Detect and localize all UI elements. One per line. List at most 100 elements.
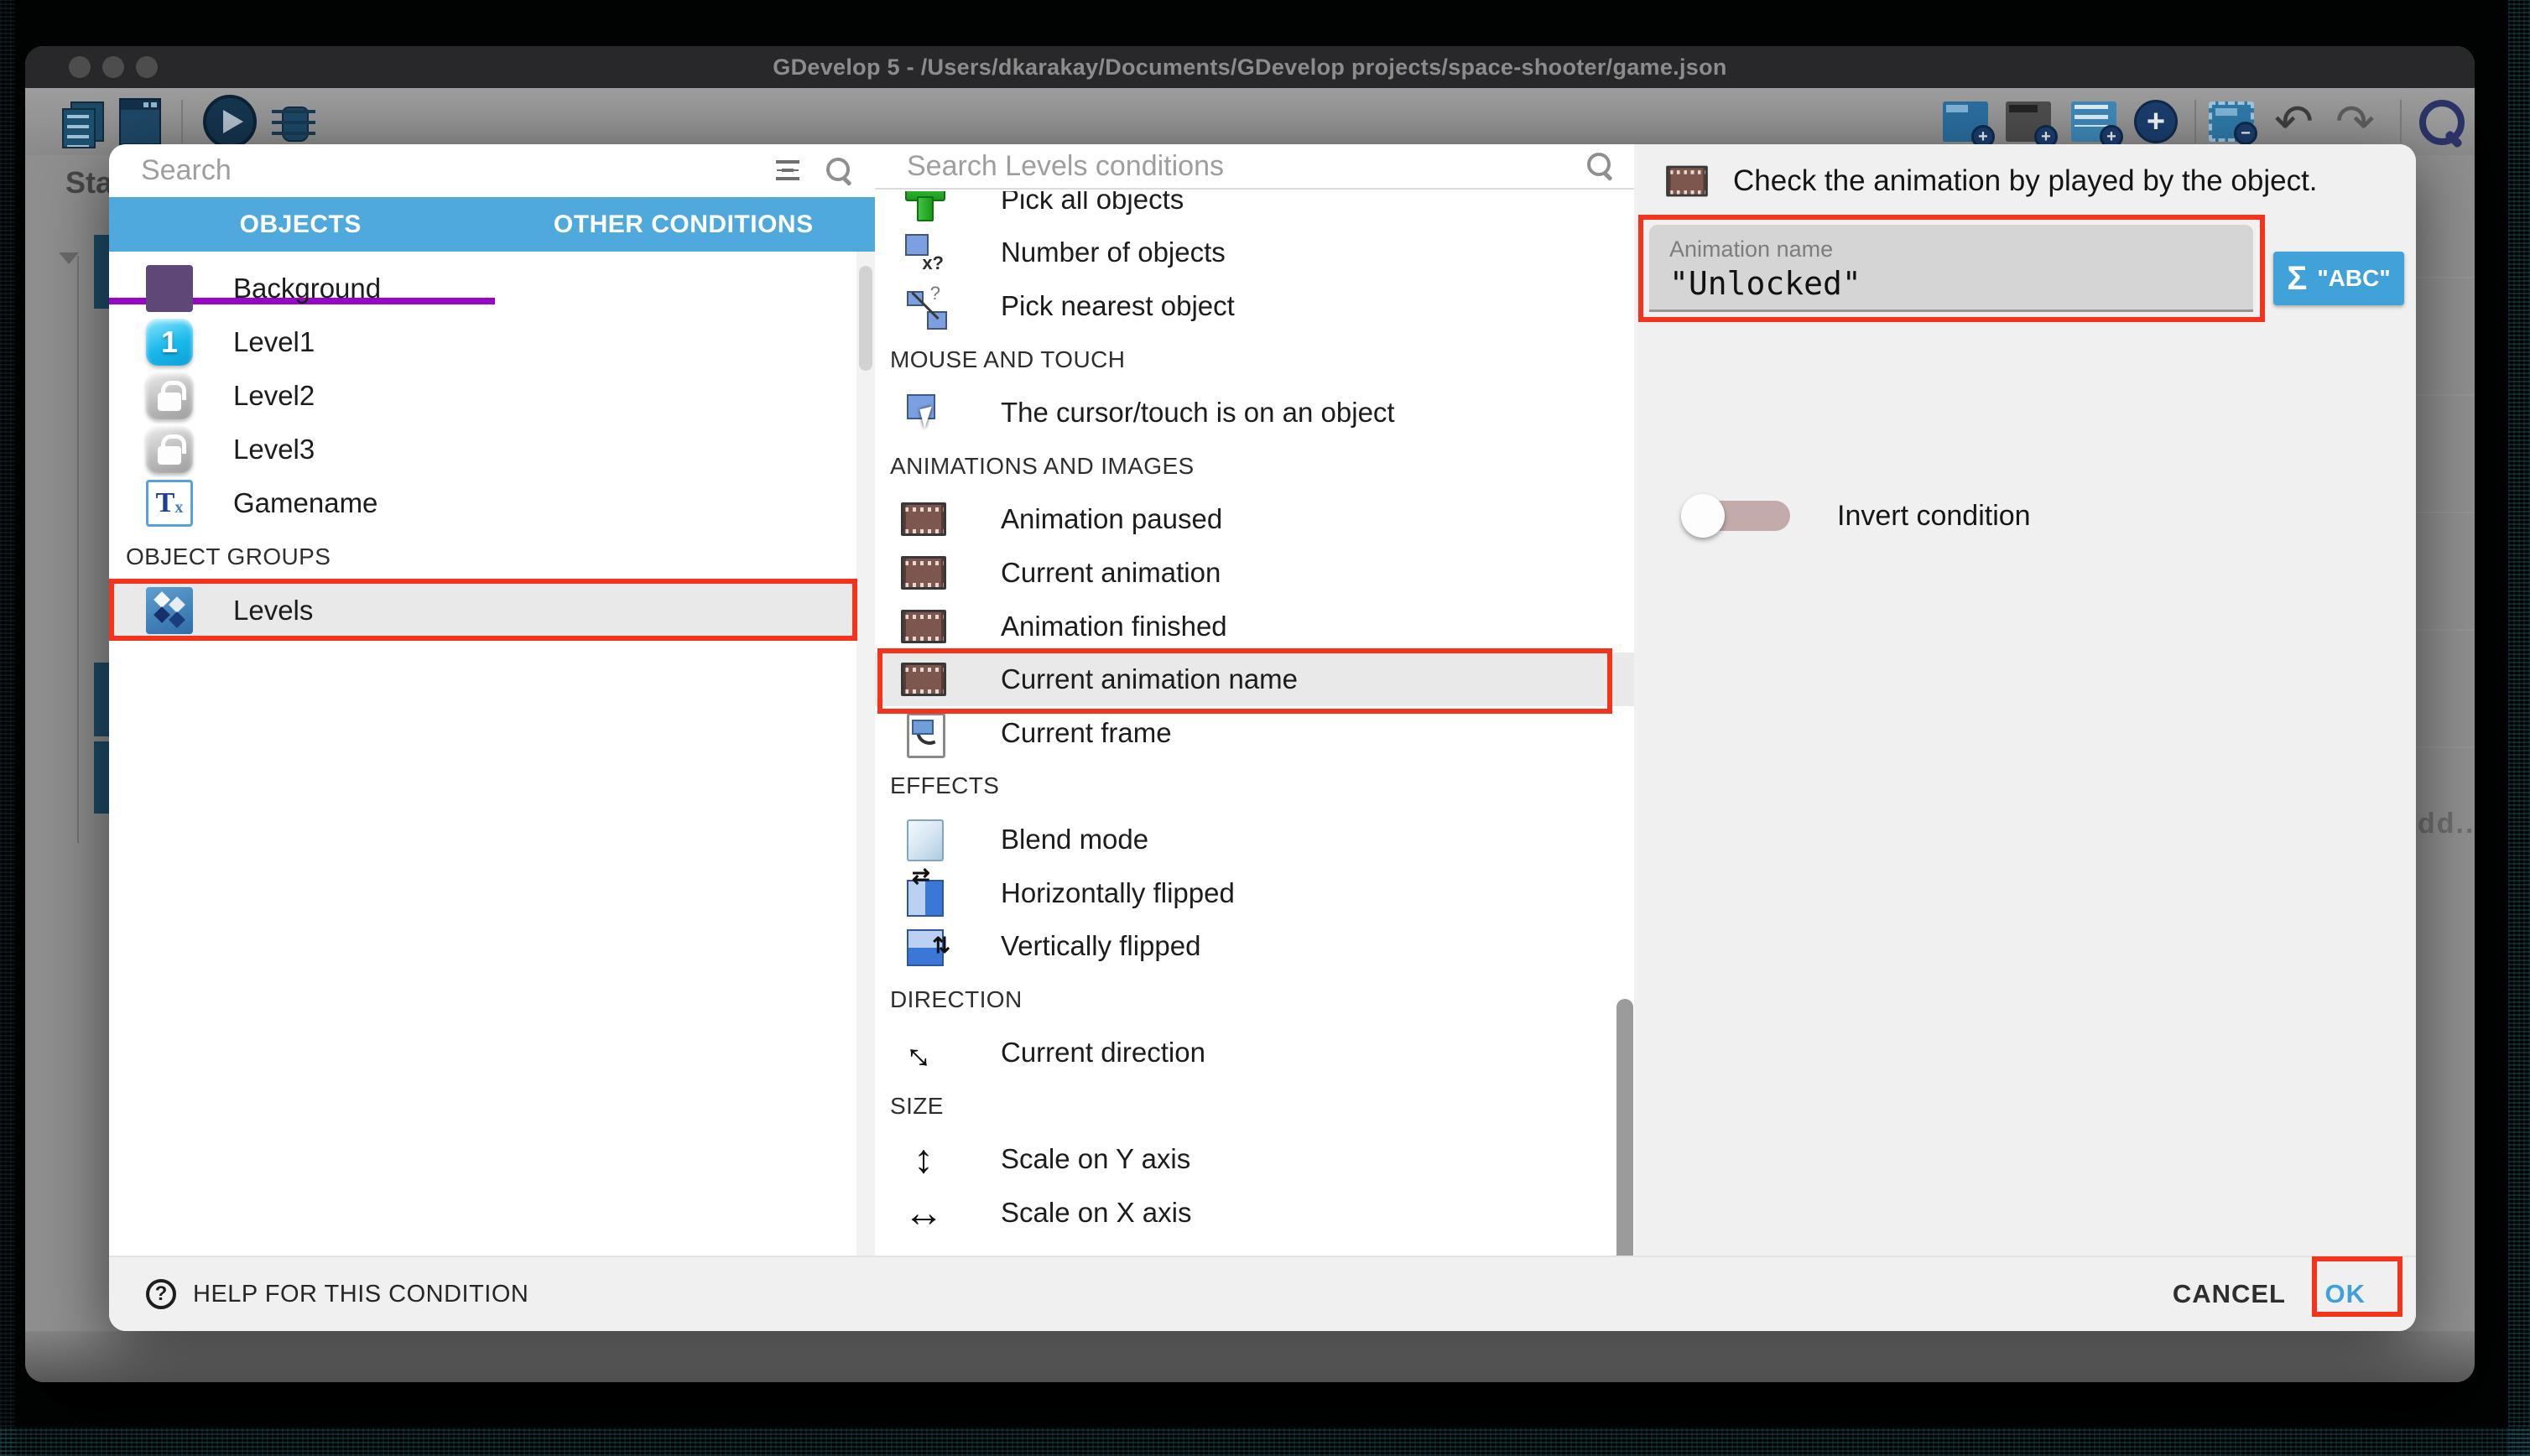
- scrollbar-thumb[interactable]: [859, 266, 872, 371]
- object-row-level2[interactable]: Level2: [109, 369, 856, 423]
- condition-item[interactable]: Animation finished: [875, 600, 1634, 653]
- screenshot-root: GDevelop 5 - /Users/dkarakay/Documents/G…: [0, 0, 2530, 1456]
- minimize-window-button[interactable]: [102, 56, 124, 78]
- debug-icon[interactable]: [270, 96, 317, 147]
- objects-scrollbar-track[interactable]: [856, 252, 875, 1256]
- cancel-button[interactable]: CANCEL: [2173, 1257, 2286, 1331]
- invert-condition-row: Invert condition: [1634, 492, 2031, 539]
- scale-y-icon: [900, 1136, 947, 1183]
- object-groups-header: OBJECT GROUPS: [109, 530, 856, 584]
- text-object-icon: Tx: [146, 480, 193, 527]
- add-comment-icon[interactable]: +: [2071, 101, 2116, 142]
- event-row-divider: [2416, 746, 2475, 748]
- condition-item[interactable]: Pick nearest object: [875, 279, 1634, 333]
- scene-tab-label-partial: Sta: [65, 165, 112, 200]
- dialog-footer: ? HELP FOR THIS CONDITION CANCEL OK: [109, 1256, 2416, 1331]
- conditions-scrollbar-thumb[interactable]: [1616, 999, 1633, 1256]
- object-row-gamename[interactable]: Tx Gamename: [109, 476, 856, 530]
- desktop-noise-band: [2508, 0, 2530, 1456]
- current-frame-icon: [900, 710, 947, 757]
- condition-item[interactable]: Current frame: [875, 706, 1634, 760]
- field-value: "Unlocked": [1669, 265, 1861, 302]
- condition-item[interactable]: Current direction: [875, 1027, 1634, 1080]
- condition-item[interactable]: Scale on Y axis: [875, 1133, 1634, 1187]
- film-strip-icon: [900, 656, 947, 703]
- invert-condition-label: Invert condition: [1837, 500, 2031, 533]
- event-row-divider: [2416, 394, 2475, 396]
- locked-level-icon: [146, 426, 193, 473]
- film-strip-icon: [900, 549, 947, 596]
- add-event-icon[interactable]: +: [1943, 101, 1988, 142]
- search-icon[interactable]: [2416, 96, 2463, 147]
- play-icon[interactable]: [203, 95, 257, 148]
- condition-item[interactable]: Animation paused: [875, 493, 1634, 547]
- condition-description-text: Check the animation by played by the obj…: [1733, 164, 2318, 198]
- window-title: GDevelop 5 - /Users/dkarakay/Documents/G…: [773, 55, 1726, 81]
- close-window-button[interactable]: [69, 56, 91, 78]
- search-icon[interactable]: [1585, 151, 1616, 181]
- condition-item[interactable]: Pick all objects: [875, 191, 1634, 226]
- object-group-icon: [146, 587, 193, 634]
- pick-nearest-object-icon: [900, 283, 947, 330]
- condition-item[interactable]: Scale on X axis: [875, 1186, 1634, 1240]
- add-condition-icon[interactable]: +: [2134, 100, 2178, 143]
- sigma-icon: Σ: [2287, 262, 2307, 295]
- vertical-flip-icon: [900, 923, 947, 970]
- filter-icon[interactable]: [774, 159, 803, 184]
- undo-icon[interactable]: ↶: [2274, 98, 2314, 145]
- collapse-triangle-icon: [59, 252, 79, 264]
- condition-item[interactable]: Horizontally flipped: [875, 866, 1634, 920]
- toolbar-separator: [2194, 100, 2196, 143]
- condition-item[interactable]: Blend mode: [875, 813, 1634, 866]
- event-row-divider: [2416, 629, 2475, 631]
- help-for-this-condition-link[interactable]: ? HELP FOR THIS CONDITION: [146, 1257, 528, 1331]
- object-row-background[interactable]: Background: [109, 262, 856, 315]
- condition-editor-dialog: OBJECTS OTHER CONDITIONS Background 1 Le…: [109, 144, 2416, 1331]
- film-strip-icon: [900, 496, 947, 543]
- object-group-row-levels[interactable]: Levels: [109, 584, 856, 637]
- tab-other-conditions[interactable]: OTHER CONDITIONS: [492, 197, 876, 252]
- scene-editor-icon[interactable]: [119, 98, 161, 145]
- number-of-objects-icon: [900, 229, 947, 276]
- traffic-lights: [69, 56, 158, 78]
- maximize-window-button[interactable]: [136, 56, 158, 78]
- add-subevent-icon[interactable]: +: [2006, 101, 2051, 142]
- condition-item[interactable]: Vertically flipped: [875, 919, 1634, 973]
- condition-item[interactable]: The cursor/touch is on an object: [875, 386, 1634, 439]
- locked-level-icon: [146, 372, 193, 419]
- cursor-on-object-icon: [900, 389, 947, 436]
- objects-search-bar: [109, 144, 875, 197]
- toolbar-separator: [181, 100, 183, 143]
- condition-section-header: SIZE: [875, 1079, 1634, 1133]
- tab-objects[interactable]: OBJECTS: [109, 197, 492, 252]
- desktop-noise-band: [0, 0, 15, 1456]
- add-button-partial: dd...: [2418, 808, 2475, 840]
- condition-item[interactable]: Current animation: [875, 546, 1634, 600]
- condition-section-header: MOUSE AND TOUCH: [875, 333, 1634, 387]
- invert-condition-toggle[interactable]: [1681, 492, 1790, 539]
- condition-item-current-animation-name[interactable]: Current animation name: [875, 653, 1634, 706]
- redo-icon[interactable]: ↷: [2335, 98, 2375, 145]
- objects-list: Background 1 Level1 Level2 Level3 Tx Gam…: [109, 252, 856, 1256]
- objects-search-input[interactable]: [139, 153, 774, 188]
- blend-mode-icon: [900, 816, 947, 863]
- project-manager-icon[interactable]: [59, 98, 102, 145]
- object-row-level1[interactable]: 1 Level1: [109, 315, 856, 369]
- horizontal-flip-icon: [900, 870, 947, 917]
- conditions-search-input[interactable]: [905, 149, 1585, 184]
- event-row-divider: [2416, 277, 2475, 278]
- event-tree-guide: [77, 256, 79, 843]
- toggle-knob: [1681, 494, 1725, 538]
- delete-selection-icon[interactable]: −: [2209, 101, 2254, 142]
- animation-name-field[interactable]: Animation name "Unlocked": [1649, 225, 2253, 312]
- ok-button[interactable]: OK: [2325, 1257, 2366, 1331]
- level1-sprite-icon: 1: [146, 319, 193, 366]
- condition-item[interactable]: Number of objects: [875, 226, 1634, 280]
- left-panel-tabs: OBJECTS OTHER CONDITIONS: [109, 197, 875, 252]
- search-icon[interactable]: [825, 156, 855, 186]
- object-row-level3[interactable]: Level3: [109, 423, 856, 476]
- direction-arrow-icon: [900, 1029, 947, 1076]
- conditions-list: Pick all objects Number of objects Pick …: [875, 191, 1634, 1256]
- expression-editor-button[interactable]: Σ "ABC": [2273, 252, 2404, 305]
- conditions-search-bar: [875, 144, 1634, 190]
